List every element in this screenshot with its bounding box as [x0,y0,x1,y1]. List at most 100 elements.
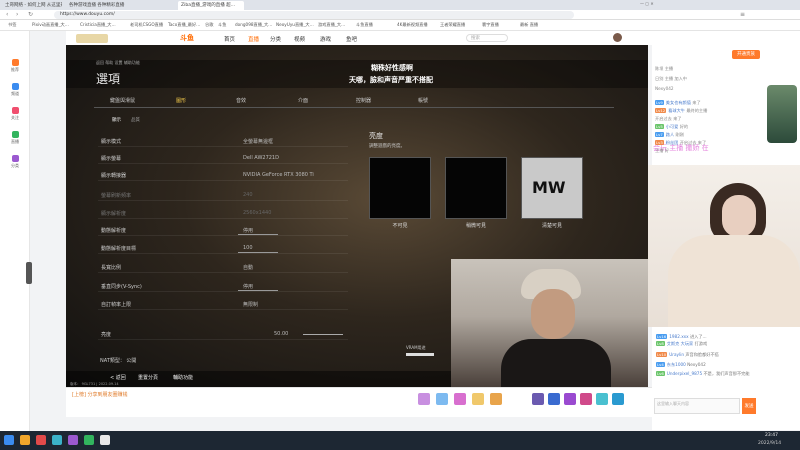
gift-icon[interactable] [418,393,430,405]
send-button[interactable]: 发送 [742,398,756,414]
setting-row[interactable]: 自訂幀率上限 無限制 [98,298,348,310]
rail-item-follow[interactable]: 关注 [4,107,26,121]
nav-forum[interactable]: 鱼吧 [346,35,357,43]
nav-home[interactable]: 首页 [224,35,235,43]
setting-value: 2560x1440 [243,210,272,216]
bookmark-item[interactable]: dong098直播_大… [235,22,272,28]
gift-icon[interactable] [454,393,466,405]
setting-row[interactable]: 顯示轉接器 NVIDIA GeForce RTX 3080 Ti [98,169,348,181]
chat-input[interactable]: 这里输入聊天内容 [654,398,740,414]
gift-icon[interactable] [532,393,544,405]
accessibility-button[interactable]: 輔助功能 [173,374,193,381]
rail-item-category[interactable]: 分类 [4,155,26,169]
gift-icon[interactable] [436,393,448,405]
avatar[interactable] [613,33,622,42]
gift-icon[interactable] [596,393,608,405]
bookmark-item[interactable]: 4K最新视频直播 [397,22,428,28]
app-icon[interactable] [100,435,110,445]
nav-game[interactable]: 游戏 [320,35,331,43]
chat-user[interactable]: 小可爱 [666,124,679,129]
forward-icon[interactable]: › [16,11,18,18]
bookmark-item[interactable]: 游戏直播_大… [318,22,345,28]
bookmark-item[interactable]: Cristicia直播_大… [80,22,116,28]
bookmark-item[interactable]: 斗鱼 [218,22,226,28]
chat-user[interactable]: Uraylin [669,352,684,357]
site-logo[interactable]: 斗鱼 [180,33,194,43]
chat-user[interactable]: 艾斯克 大玩家 [667,341,693,346]
search-input[interactable]: 搜索 [466,34,508,42]
collapse-handle[interactable] [26,262,32,284]
nav-live[interactable]: 直播 [248,35,259,43]
url-input[interactable]: https://www.douyu.com/ [54,11,574,19]
bookmark-item[interactable]: 最新 直播 [520,22,538,28]
gift-icon[interactable] [580,393,592,405]
menu-icon[interactable]: ≡ [740,11,745,18]
reload-icon[interactable]: ↻ [28,11,33,18]
home-icon [11,59,19,66]
brightness-slider[interactable] [303,334,343,335]
windows-start-icon[interactable] [4,435,14,445]
subtab-quality[interactable]: 品質 [131,117,140,123]
game-tab[interactable]: 帳號 [418,97,428,104]
bookmark-item[interactable]: 王者荣耀直播 [440,22,465,28]
rail-item-live[interactable]: 直播 [4,131,26,145]
setting-row[interactable]: 顯示模式 全螢幕無邊框 [98,135,348,147]
bookmark-item[interactable]: 谷歌 [205,22,213,28]
game-tab[interactable]: 鍵盤與滑鼠 [110,97,135,104]
bookmark-item[interactable]: 老司机CSGO直播 [130,22,163,28]
chat-message: 开启过去 来了 [655,116,681,122]
game-tab[interactable]: 音效 [236,97,246,104]
game-tab-active[interactable]: 圖形 [176,97,186,104]
subtab-display[interactable]: 顯示 [112,117,121,123]
nav-category[interactable]: 分类 [270,35,281,43]
slider-track[interactable] [238,252,278,253]
setting-row[interactable]: 亮度 50.00 [98,328,348,340]
rail-item-channel[interactable]: 频道 [4,83,26,97]
gift-icon[interactable] [472,393,484,405]
event-banner[interactable] [767,85,797,143]
gift-icon[interactable] [612,393,624,405]
window-controls[interactable]: — ▢ ✕ [640,1,790,9]
slider-track[interactable] [238,234,278,235]
game-tab[interactable]: 控制器 [356,97,371,104]
browser-tab-active[interactable]: Ziba直播_游戏的直播 超… [178,1,244,10]
chat-user[interactable]: 东东1000 [667,362,686,367]
browser-tab[interactable]: 各种游戏直播 各种精彩直播 [66,1,134,10]
back-icon[interactable]: ‹ [6,11,8,18]
chat-user[interactable]: 1982.xxx [669,334,688,339]
gift-icon[interactable] [548,393,560,405]
bookmark-item[interactable]: 书签 [8,22,16,28]
reset-tab-button[interactable]: 重置分頁 [138,374,158,381]
nav-video[interactable]: 视频 [294,35,305,43]
bookmark-item[interactable]: 寰宇直播 [482,22,499,28]
setting-row[interactable]: 顯示螢幕 Dell AW2721D [98,152,348,164]
bookmark-item[interactable]: Taco直播_最好… [168,22,200,28]
slider-track[interactable] [238,290,278,291]
bookmark-item[interactable]: Pixiv动画直播_大… [32,22,69,28]
app-icon[interactable] [68,435,78,445]
vip-button[interactable]: 开通贵族 [732,50,760,59]
app-icon[interactable] [36,435,46,445]
chat-user[interactable]: 粉丝团 [666,140,679,145]
gift-icon[interactable] [564,393,576,405]
setting-row[interactable]: 動態解析度目標 100 [98,242,348,254]
bookmark-item[interactable]: NeoyUyu直播_大… [276,22,314,28]
setting-row[interactable]: 長寬比例 自動 [98,261,348,273]
app-icon[interactable] [20,435,30,445]
chat-user[interactable]: 看球大牛 [668,108,685,113]
gift-icon[interactable] [490,393,502,405]
back-button[interactable]: < 返回 [110,374,126,381]
chat-user[interactable]: 美女也有颜值 [666,100,691,105]
setting-row[interactable]: 垂直同步(V-Sync) 停用 [98,280,348,292]
chat-user[interactable]: Underpixel_9875 [667,371,702,376]
app-icon[interactable] [52,435,62,445]
chat-message: Lv7 路人 刚刚 [655,132,684,138]
chat-user[interactable]: 路人 [666,132,674,137]
browser-tab[interactable]: 土哥网络 - 如何上网 从这里开始 [2,1,62,10]
rail-item-recommend[interactable]: 推荐 [4,59,26,73]
app-icon[interactable] [84,435,94,445]
chat-message: Lv5 小可爱 好的 [655,124,688,130]
setting-row[interactable]: 動態解析度 停用 [98,224,348,236]
game-tab[interactable]: 介面 [298,97,308,104]
bookmark-item[interactable]: 斗鱼直播 [356,22,373,28]
